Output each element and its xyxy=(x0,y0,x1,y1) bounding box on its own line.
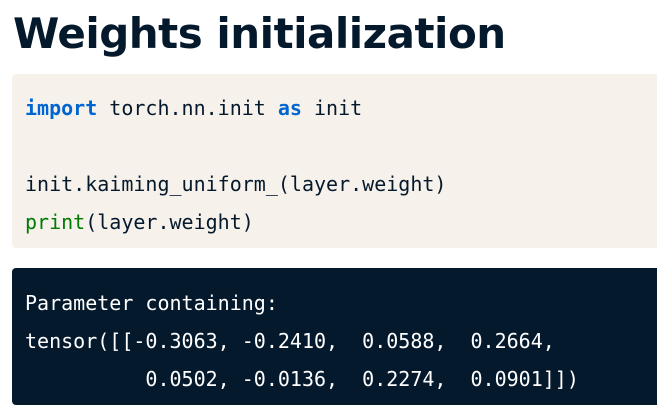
code-line-kaiming: init.kaiming_uniform_(layer.weight) xyxy=(25,172,447,196)
keyword-import: import xyxy=(25,96,98,120)
keyword-as: as xyxy=(277,96,302,120)
output-block: Parameter containing: tensor([[-0.3063, … xyxy=(12,268,657,405)
output-line: Parameter containing: xyxy=(25,291,278,315)
module-name: torch.nn.init xyxy=(97,96,278,120)
code-line-import: import torch.nn.init as init xyxy=(25,89,657,127)
builtin-print: print xyxy=(25,210,86,234)
slide-title: Weights initialization xyxy=(13,9,506,58)
output-line: tensor([[-0.3063, -0.2410, 0.0588, 0.266… xyxy=(25,329,555,353)
output-line: 0.0502, -0.0136, 0.2274, 0.0901]]) xyxy=(25,367,579,391)
print-args: (layer.weight) xyxy=(85,210,254,234)
code-block: import torch.nn.init as init init.kaimin… xyxy=(12,74,657,248)
code-line-print: print(layer.weight) xyxy=(25,203,657,241)
module-alias: init xyxy=(301,96,363,120)
